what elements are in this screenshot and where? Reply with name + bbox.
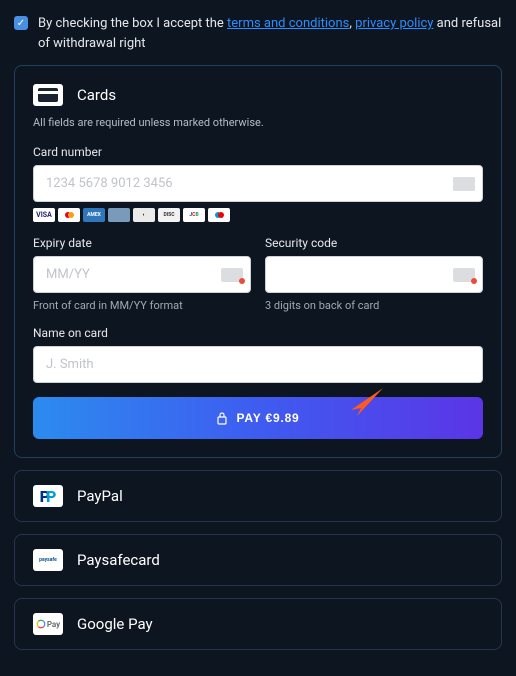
- card-number-label: Card number: [33, 145, 483, 159]
- security-helper: 3 digits on back of card: [265, 299, 483, 312]
- privacy-link[interactable]: privacy policy: [355, 16, 433, 31]
- expiry-input[interactable]: [33, 256, 251, 293]
- name-input[interactable]: [33, 346, 483, 383]
- terms-text: By checking the box I accept the terms a…: [38, 14, 502, 53]
- visa-icon: VISA: [33, 208, 55, 222]
- card-icon: [33, 84, 63, 106]
- card-brand-icons: VISA AMEX ◐ DISC JCB: [33, 208, 483, 222]
- security-field: Security code 3 digits on back of card: [265, 236, 483, 312]
- paypal-icon: PP: [33, 485, 63, 507]
- name-field: Name on card: [33, 326, 483, 383]
- terms-link[interactable]: terms and conditions: [227, 16, 349, 31]
- cvv-card-icon: [453, 268, 475, 282]
- expiry-card-icon: [221, 268, 243, 282]
- security-label: Security code: [265, 236, 483, 250]
- terms-row: ✓ By checking the box I accept the terms…: [14, 14, 502, 53]
- expiry-label: Expiry date: [33, 236, 251, 250]
- card-number-input[interactable]: [33, 165, 483, 202]
- maestro-icon: [208, 208, 230, 222]
- cards-panel-header: Cards: [33, 84, 483, 106]
- googlepay-option[interactable]: Pay Google Pay: [14, 598, 502, 650]
- paysafecard-option[interactable]: paysafe Paysafecard: [14, 534, 502, 586]
- pay-button[interactable]: PAY €9.89: [33, 397, 483, 439]
- paypal-label: PayPal: [77, 487, 123, 505]
- paysafecard-label: Paysafecard: [77, 551, 160, 569]
- accept-terms-checkbox[interactable]: ✓: [14, 16, 28, 30]
- mastercard-icon: [58, 208, 80, 222]
- card-chip-icon: [453, 177, 475, 191]
- diners-icon: ◐: [133, 208, 155, 222]
- paysafecard-icon: paysafe: [33, 549, 63, 571]
- cards-panel: Cards All fields are required unless mar…: [14, 65, 502, 458]
- pay-button-label: PAY €9.89: [236, 411, 299, 425]
- security-input[interactable]: [265, 256, 483, 293]
- expiry-field: Expiry date Front of card in MM/YY forma…: [33, 236, 251, 312]
- jcb-icon: JCB: [183, 208, 205, 222]
- name-label: Name on card: [33, 326, 483, 340]
- unionpay-icon: [108, 208, 130, 222]
- lock-icon: [216, 411, 228, 425]
- googlepay-icon: Pay: [33, 613, 63, 635]
- required-note: All fields are required unless marked ot…: [33, 116, 483, 129]
- amex-icon: AMEX: [83, 208, 105, 222]
- cards-title: Cards: [77, 86, 116, 104]
- card-number-field: Card number VISA AMEX ◐ DISC JCB: [33, 145, 483, 222]
- googlepay-label: Google Pay: [77, 615, 153, 633]
- expiry-helper: Front of card in MM/YY format: [33, 299, 251, 312]
- paypal-option[interactable]: PP PayPal: [14, 470, 502, 522]
- discover-icon: DISC: [158, 208, 180, 222]
